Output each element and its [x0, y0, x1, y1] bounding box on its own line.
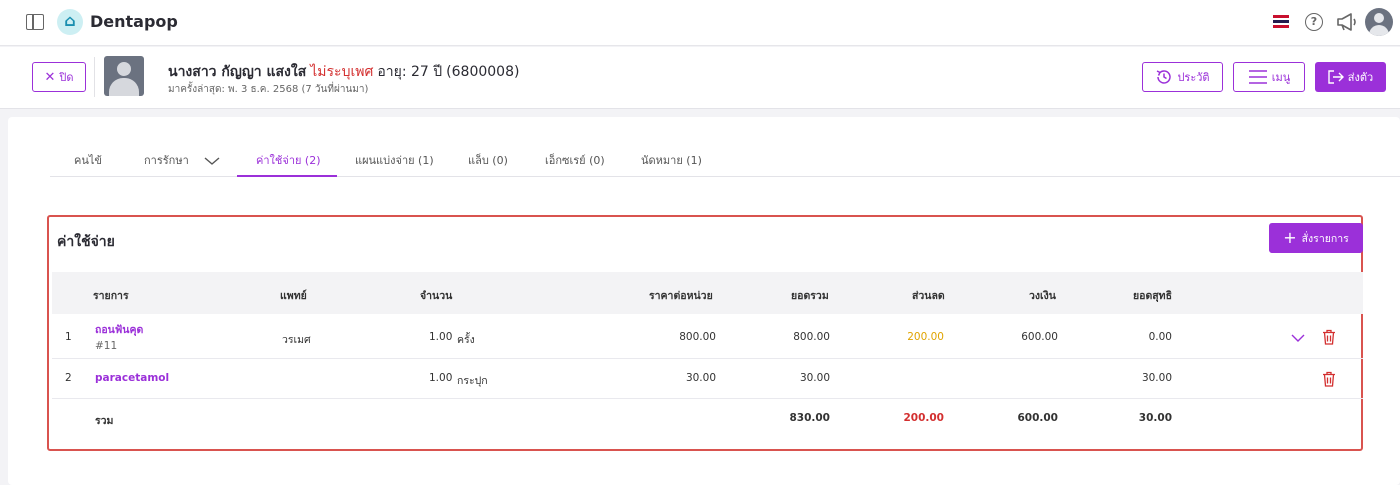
user-avatar[interactable]: [1365, 8, 1393, 36]
dentapop-logo-icon[interactable]: [57, 9, 83, 35]
table-row: 2 paracetamol 1.00 กระปุก 30.00 30.00 30…: [52, 359, 1363, 399]
expense-title: ค่าใช้จ่าย: [57, 234, 115, 250]
quantity: 1.00: [429, 331, 453, 343]
history-icon: [1157, 70, 1172, 84]
col-discount: ส่วนลด: [912, 290, 945, 302]
totals-net: 30.00: [1138, 412, 1172, 424]
megaphone-icon[interactable]: [1336, 12, 1358, 32]
patient-name: นางสาว กัญญา แสงใส: [168, 64, 307, 80]
totals-label: รวม: [95, 415, 114, 427]
sidebar-toggle-icon[interactable]: [26, 14, 44, 30]
divider: [94, 57, 95, 97]
patient-gender: ไม่ระบุเพศ: [310, 64, 374, 80]
col-net: ยอดสุทธิ: [1133, 290, 1173, 302]
patient-header: ✕ ปิด นางสาว กัญญา แสงใส ไม่ระบุเพศ อายุ: …: [0, 47, 1400, 109]
tooth-number: #11: [95, 340, 118, 352]
item-name-link[interactable]: paracetamol: [95, 372, 169, 384]
close-button[interactable]: ✕ ปิด: [32, 62, 86, 92]
net: 30.00: [1141, 372, 1172, 384]
col-credit: วงเงิน: [1029, 290, 1056, 302]
tab-bar: คนไข้ การรักษา ค่าใช้จ่าย (2) แผนแบ่งจ่า…: [50, 139, 1400, 177]
row-number: 1: [65, 331, 72, 343]
menu-label: เมนู: [1271, 71, 1291, 84]
expense-panel: ค่าใช้จ่าย + สั่งรายการ รายการ แพทย์ จำน…: [47, 215, 1363, 451]
menu-button[interactable]: เมนู: [1233, 62, 1305, 92]
col-unit-price: ราคาต่อหน่วย: [649, 290, 713, 302]
credit: 600.00: [1021, 331, 1058, 343]
brand-name[interactable]: Dentapop: [90, 12, 178, 31]
discount: 200.00: [907, 331, 944, 343]
patient-age: อายุ: 27 ปี: [377, 64, 443, 80]
col-item: รายการ: [93, 290, 129, 302]
tab-lab[interactable]: แล็บ (0): [468, 151, 508, 169]
total: 30.00: [799, 372, 830, 384]
send-label: ส่งตัว: [1347, 71, 1374, 84]
top-bar: Dentapop ?: [0, 0, 1400, 46]
tab-patient[interactable]: คนไข้: [74, 151, 102, 169]
thai-flag-icon[interactable]: [1273, 15, 1289, 28]
table-row: 1 ถอนฟันคุด #11 วรเมศ 1.00 ครั้ง 800.00 …: [52, 314, 1363, 359]
trash-icon[interactable]: [1322, 329, 1336, 345]
tab-appointment[interactable]: นัดหมาย (1): [641, 151, 702, 169]
unit-price: 30.00: [685, 372, 716, 384]
totals-discount: 200.00: [903, 412, 944, 424]
unit: ครั้ง: [457, 334, 475, 346]
unit-price: 800.00: [679, 331, 716, 343]
close-label: ปิด: [59, 71, 74, 84]
trash-icon[interactable]: [1322, 371, 1336, 387]
doctor-name: วรเมศ: [282, 334, 311, 346]
col-quantity: จำนวน: [420, 290, 453, 302]
chevron-down-icon[interactable]: [1291, 333, 1305, 343]
main-content: คนไข้ การรักษา ค่าใช้จ่าย (2) แผนแบ่งจ่า…: [8, 117, 1400, 485]
send-button[interactable]: ส่งตัว: [1315, 62, 1386, 92]
patient-photo[interactable]: [104, 56, 144, 96]
row-number: 2: [65, 372, 72, 384]
send-icon: [1328, 70, 1344, 84]
history-label: ประวัติ: [1177, 71, 1210, 84]
tab-treatment-label: การรักษา: [144, 154, 189, 167]
chevron-down-icon: [204, 157, 220, 165]
totals-total: 830.00: [789, 412, 830, 424]
order-item-label: สั่งรายการ: [1301, 232, 1349, 245]
help-icon[interactable]: ?: [1305, 13, 1323, 31]
hamburger-icon: [1248, 70, 1267, 84]
col-doctor: แพทย์: [280, 290, 307, 302]
net: 0.00: [1148, 331, 1172, 343]
tab-expenses[interactable]: ค่าใช้จ่าย (2): [256, 151, 321, 169]
quantity: 1.00: [429, 372, 453, 384]
patient-hn: (6800008): [446, 64, 520, 80]
close-icon: ✕: [44, 69, 56, 85]
tab-xray[interactable]: เอ็กซเรย์ (0): [545, 151, 605, 169]
item-name-link[interactable]: ถอนฟันคุด: [95, 321, 143, 338]
totals-credit: 600.00: [1017, 412, 1058, 424]
unit: กระปุก: [457, 375, 488, 387]
patient-info: นางสาว กัญญา แสงใส ไม่ระบุเพศ อายุ: 27 ปี(…: [168, 61, 519, 83]
tab-installment[interactable]: แผนแบ่งจ่าย (1): [355, 151, 434, 169]
table-header: รายการ แพทย์ จำนวน ราคาต่อหน่วย ยอดรวม ส…: [52, 272, 1363, 314]
tab-treatment[interactable]: การรักษา: [144, 151, 220, 169]
history-button[interactable]: ประวัติ: [1142, 62, 1223, 92]
totals-row: รวม 830.00 200.00 600.00 30.00: [52, 399, 1363, 439]
order-item-button[interactable]: + สั่งรายการ: [1269, 223, 1363, 253]
total: 800.00: [793, 331, 830, 343]
active-tab-indicator: [237, 175, 337, 177]
last-visit: มาครั้งล่าสุด: พ. 3 ธ.ค. 2568 (7 วันที่ผ…: [168, 84, 369, 95]
plus-icon: +: [1283, 228, 1297, 247]
col-total: ยอดรวม: [791, 290, 829, 302]
